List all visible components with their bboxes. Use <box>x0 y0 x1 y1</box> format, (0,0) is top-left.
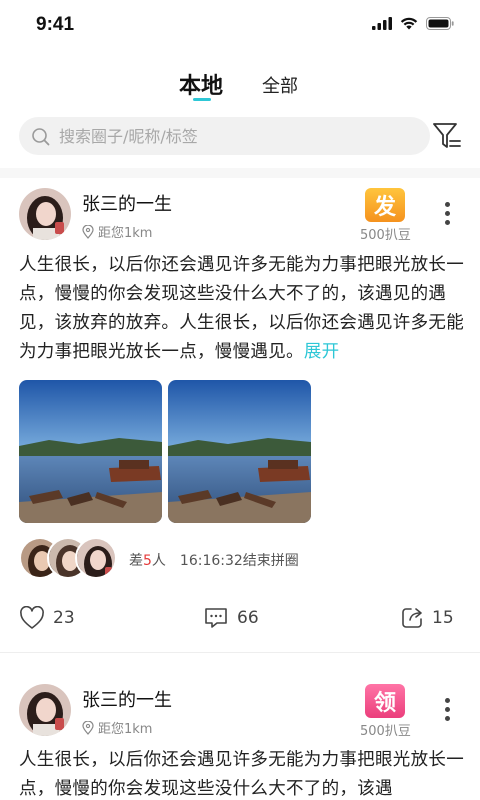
share-count: 15 <box>432 608 454 628</box>
location-pin-icon <box>82 224 94 239</box>
post-divider <box>0 652 480 653</box>
post-body: 人生很长，以后你还会遇见许多无能为力事把眼光放长一点，慢慢的你会发现这些没什么大… <box>19 750 464 799</box>
comment-count: 66 <box>237 608 259 628</box>
post-actions: 23 66 15 <box>0 606 480 636</box>
post-body: 人生很长，以后你还会遇见许多无能为力事把眼光放长一点，慢慢的你会发现这些没什么大… <box>19 255 464 362</box>
search-icon <box>32 128 50 146</box>
share-icon <box>402 608 422 628</box>
status-icons <box>372 17 454 30</box>
filter-icon[interactable] <box>432 121 462 151</box>
search-bar <box>19 117 430 155</box>
avatar[interactable] <box>19 684 71 736</box>
wifi-icon <box>400 17 418 30</box>
distance-label: 距您1km <box>98 722 153 737</box>
distance: 距您1km <box>82 222 152 241</box>
distance: 距您1km <box>82 718 152 737</box>
claim-badge[interactable]: 领 <box>365 684 405 718</box>
like-count: 23 <box>53 608 75 628</box>
send-badge[interactable]: 发 <box>365 188 405 222</box>
post-card[interactable]: 张三的一生 距您1km 领 500扒豆 人生很长，以后你还会遇见许多无能为力事把… <box>0 676 480 800</box>
comment-icon <box>205 608 227 628</box>
username[interactable]: 张三的一生 <box>82 686 172 712</box>
post-photo[interactable] <box>19 380 162 523</box>
group-prefix: 差 <box>129 553 143 569</box>
avatar[interactable] <box>19 188 71 240</box>
status-time: 9:41 <box>36 14 75 35</box>
active-tab-indicator <box>193 98 211 101</box>
share-button[interactable]: 15 <box>400 606 454 630</box>
group-suffix: 人 <box>151 553 166 569</box>
group-participants[interactable] <box>19 537 119 581</box>
post-text: 人生很长，以后你还会遇见许多无能为力事把眼光放长一点，慢慢的你会发现这些没什么大… <box>19 251 465 367</box>
search-input[interactable] <box>59 117 419 155</box>
post-text: 人生很长，以后你还会遇见许多无能为力事把眼光放长一点，慢慢的你会发现这些没什么大… <box>19 746 465 800</box>
cellular-signal-icon <box>372 17 392 30</box>
distance-label: 距您1km <box>98 226 153 241</box>
heart-icon <box>20 606 44 629</box>
expand-link[interactable]: 展开 <box>304 342 340 362</box>
username[interactable]: 张三的一生 <box>82 190 172 216</box>
participant-avatar <box>75 537 117 579</box>
top-tabs: 本地 全部 <box>0 62 480 106</box>
tab-all[interactable]: 全部 <box>262 72 298 98</box>
status-bar: 9:41 <box>0 0 480 52</box>
badge-beans: 500扒豆 <box>360 724 411 739</box>
section-divider <box>0 168 480 178</box>
more-options-icon[interactable] <box>440 696 456 726</box>
post-card[interactable]: 张三的一生 距您1km 发 500扒豆 人生很长，以后你还会遇见许多无能为力事把… <box>0 180 480 650</box>
battery-icon <box>426 17 454 30</box>
more-options-icon[interactable] <box>440 200 456 230</box>
location-pin-icon <box>82 720 94 735</box>
tab-local[interactable]: 本地 <box>179 68 223 100</box>
post-photo[interactable] <box>168 380 311 523</box>
like-button[interactable]: 23 <box>19 606 75 630</box>
badge-beans: 500扒豆 <box>360 228 411 243</box>
comment-button[interactable]: 66 <box>203 606 259 630</box>
group-missing-count: 5 <box>143 553 152 569</box>
group-status: 差5人 16:16:32结束拼圈 <box>129 550 299 570</box>
group-end-time: 16:16:32结束拼圈 <box>179 553 299 569</box>
